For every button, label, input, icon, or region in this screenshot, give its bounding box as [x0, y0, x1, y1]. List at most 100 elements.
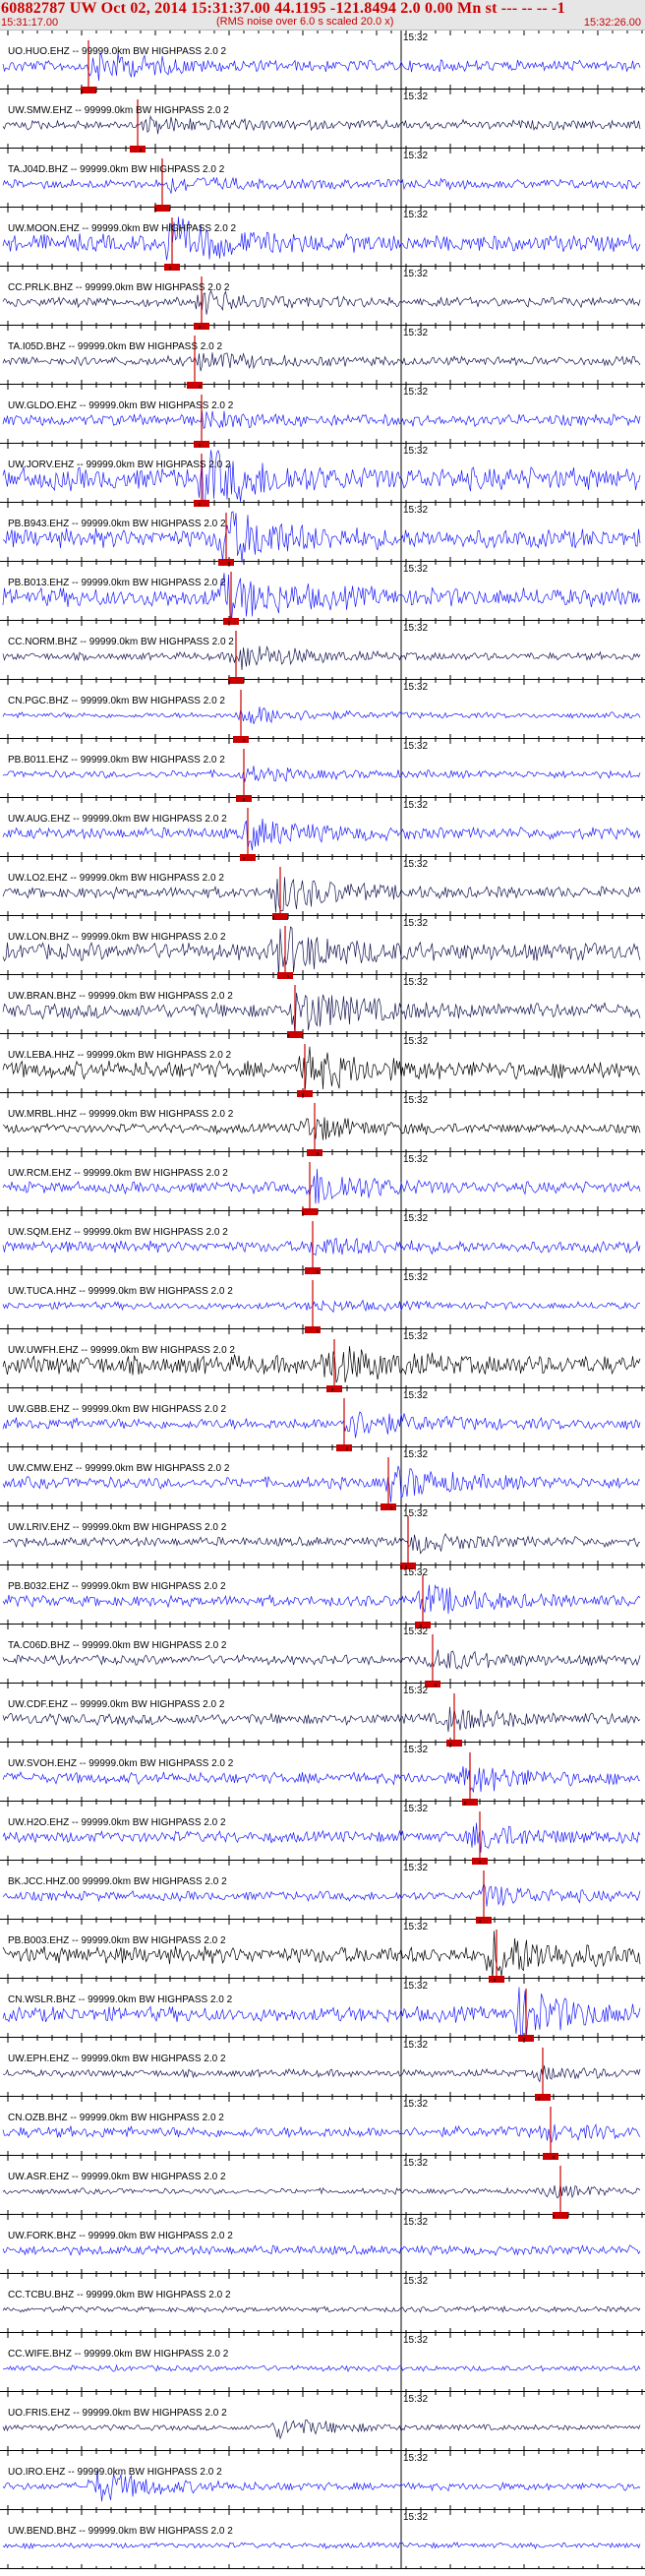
- seismic-waveform: [2, 450, 641, 508]
- station-label: CN.OZB.BHZ -- 99999.0km BW HIGHPASS 2.0 …: [8, 2113, 224, 2123]
- seismic-waveform: [2, 1299, 641, 1314]
- time-tick-label: 15:32: [403, 387, 429, 398]
- seismic-waveform: [2, 1706, 641, 1733]
- seismic-waveform: [2, 176, 641, 194]
- phase-pick-flag: [518, 2035, 534, 2042]
- time-tick-label: 15:32: [403, 1804, 429, 1814]
- phase-pick-flag: [305, 1326, 321, 1333]
- station-label: UW.SVOH.EHZ -- 99999.0km BW HIGHPASS 2.0…: [8, 1758, 234, 1769]
- time-tick-label: 15:32: [403, 1449, 429, 1460]
- time-tick-label: 15:32: [403, 446, 429, 457]
- time-tick-label: 15:32: [403, 977, 429, 988]
- time-tick-label: 15:32: [403, 1213, 429, 1224]
- station-label: UW.FORK.BHZ -- 99999.0km BW HIGHPASS 2.0…: [8, 2231, 233, 2241]
- time-tick-label: 15:32: [403, 800, 429, 811]
- seismic-waveform: [2, 1649, 641, 1670]
- time-tick-label: 15:32: [403, 1626, 429, 1637]
- time-tick-label: 15:32: [403, 1508, 429, 1519]
- station-label: CC.NORM.BHZ -- 99999.0km BW HIGHPASS 2.0…: [8, 637, 234, 647]
- seismic-waveform: [2, 289, 641, 315]
- station-label: BK.JCC.HHZ.00 99999.0km BW HIGHPASS 2.0 …: [8, 1876, 227, 1887]
- phase-pick-flag: [535, 2094, 551, 2101]
- phase-pick-flag: [381, 1503, 396, 1510]
- time-tick-label: 15:32: [403, 682, 429, 693]
- seismic-waveform: [2, 2419, 641, 2440]
- time-tick-label: 15:32: [403, 1981, 429, 1992]
- time-tick-label: 15:32: [403, 328, 429, 338]
- phase-pick-flag: [187, 382, 203, 389]
- station-label: UW.UWFH.EHZ -- 99999.0km BW HIGHPASS 2.0…: [8, 1345, 235, 1356]
- phase-pick-flag: [446, 1740, 462, 1747]
- station-label: UW.MOON.EHZ -- 99999.0km BW HIGHPASS 2.0…: [8, 223, 237, 234]
- station-label: UO.HUO.EHZ -- 99999.0km BW HIGHPASS 2.0 …: [8, 46, 227, 57]
- time-tick-label: 15:32: [403, 92, 429, 102]
- phase-pick-flag: [272, 913, 288, 920]
- time-tick-label: 15:32: [403, 1272, 429, 1283]
- station-label: PB.B003.EHZ -- 99999.0km BW HIGHPASS 2.0…: [8, 1935, 226, 1946]
- seismic-waveform: [2, 410, 641, 430]
- station-label: TA.C06D.BHZ -- 99999.0km BW HIGHPASS 2.0…: [8, 1640, 227, 1651]
- time-tick-label: 15:32: [403, 2335, 429, 2346]
- time-tick-label: 15:32: [403, 2040, 429, 2051]
- seismic-waveform: [2, 2123, 641, 2143]
- seismogram-panel: UO.HUO.EHZ -- 99999.0km BW HIGHPASS 2.0 …: [0, 31, 645, 2576]
- time-tick-label: 15:32: [403, 32, 429, 43]
- station-label: PB.B013.EHZ -- 99999.0km BW HIGHPASS 2.0…: [8, 578, 226, 588]
- station-label: UW.GBB.EHZ -- 99999.0km BW HIGHPASS 2.0 …: [8, 1404, 227, 1415]
- phase-pick-flag: [336, 1444, 352, 1451]
- phase-pick-flag: [489, 1976, 504, 1983]
- phase-pick-flag: [194, 441, 209, 448]
- seismic-waveform: [2, 2541, 641, 2549]
- seismic-waveform: [2, 1533, 641, 1555]
- seismic-waveform: [2, 766, 641, 783]
- station-label: UW.BRAN.BHZ -- 99999.0km BW HIGHPASS 2.0…: [8, 991, 233, 1002]
- time-tick-label: 15:32: [403, 1567, 429, 1578]
- station-label: UW.SMW.EHZ -- 99999.0km BW HIGHPASS 2.0 …: [8, 105, 229, 116]
- time-tick-label: 15:32: [403, 623, 429, 634]
- station-label: UO.FRIS.EHZ -- 99999.0km BW HIGHPASS 2.0…: [8, 2408, 227, 2419]
- time-tick-label: 15:32: [403, 2217, 429, 2228]
- phase-pick-flag: [553, 2212, 568, 2219]
- station-label: UO.IRO.EHZ -- 99999.0km BW HIGHPASS 2.0 …: [8, 2467, 222, 2478]
- phase-pick-flag: [194, 323, 209, 330]
- time-tick-label: 15:32: [403, 2276, 429, 2287]
- record-header: 60882787 UW Oct 02, 2014 15:31:37.00 44.…: [0, 0, 645, 31]
- time-tick-label: 15:32: [403, 151, 429, 161]
- phase-pick-flag: [218, 559, 234, 566]
- phase-pick-flag: [154, 205, 170, 212]
- phase-pick-flag: [277, 972, 293, 979]
- station-label: UW.LEBA.HHZ -- 99999.0km BW HIGHPASS 2.0…: [8, 1050, 232, 1061]
- station-label: UW.TUCA.HHZ -- 99999.0km BW HIGHPASS 2.0…: [8, 1286, 233, 1297]
- station-label: UW.EPH.EHZ -- 99999.0km BW HIGHPASS 2.0 …: [8, 2054, 226, 2064]
- phase-pick-flag: [543, 2153, 558, 2160]
- seismic-waveform: [2, 645, 641, 671]
- time-tick-label: 15:32: [403, 1036, 429, 1047]
- seismic-waveform: [2, 2064, 641, 2083]
- phase-pick-flag: [164, 264, 180, 271]
- station-label: TA.J04D.BHZ -- 99999.0km BW HIGHPASS 2.0…: [8, 164, 225, 175]
- phase-pick-flag: [228, 677, 244, 684]
- seismic-waveform: [2, 2363, 641, 2372]
- seismic-waveform: [2, 1766, 641, 1793]
- time-tick-label: 15:32: [403, 2394, 429, 2405]
- phase-pick-flag: [326, 1385, 342, 1392]
- station-label: UW.RCM.EHZ -- 99999.0km BW HIGHPASS 2.0 …: [8, 1168, 228, 1179]
- time-tick-label: 15:32: [403, 505, 429, 516]
- station-label: CN.WSLR.BHZ -- 99999.0km BW HIGHPASS 2.0…: [8, 1994, 233, 2005]
- station-label: UW.GLDO.EHZ -- 99999.0km BW HIGHPASS 2.0…: [8, 400, 234, 411]
- station-label: UW.JORV.EHZ -- 99999.0km BW HIGHPASS 2.0…: [8, 460, 231, 470]
- phase-pick-flag: [240, 854, 256, 861]
- station-label: PB.B011.EHZ -- 99999.0km BW HIGHPASS 2.0…: [8, 755, 225, 766]
- seismic-waveform: [2, 52, 641, 82]
- time-tick-label: 15:32: [403, 2158, 429, 2169]
- station-label: CC.TCBU.BHZ -- 99999.0km BW HIGHPASS 2.0…: [8, 2290, 231, 2300]
- time-tick-label: 15:32: [403, 1745, 429, 1755]
- seismogram-traces: [0, 31, 645, 2569]
- phase-pick-flag: [462, 1799, 478, 1806]
- station-label: UW.AUG.EHZ -- 99999.0km BW HIGHPASS 2.0 …: [8, 814, 227, 825]
- phase-pick-flag: [307, 1149, 322, 1156]
- phase-pick-flag: [287, 1031, 303, 1038]
- phase-pick-flag: [233, 736, 249, 743]
- phase-pick-flag: [223, 618, 239, 625]
- time-tick-label: 15:32: [403, 918, 429, 929]
